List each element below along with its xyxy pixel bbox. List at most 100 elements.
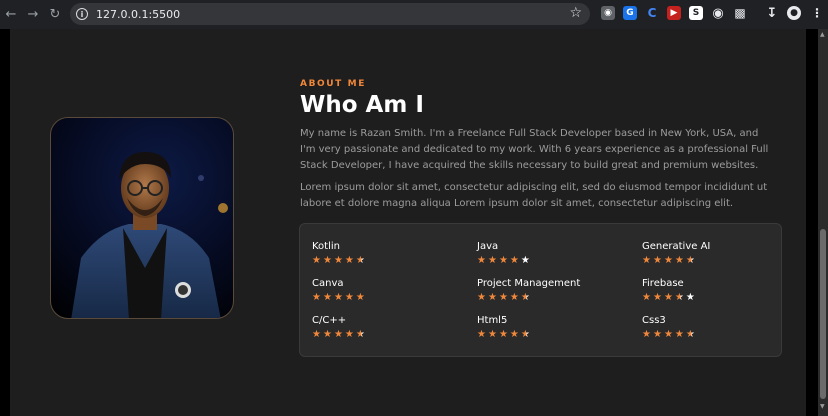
star-icon: ★ bbox=[344, 255, 356, 266]
extensions-puzzle-icon[interactable]: ▩ bbox=[733, 6, 747, 20]
profile-photo bbox=[50, 117, 234, 319]
page-viewport: ABOUT ME Who Am I My name is Razan Smith… bbox=[0, 29, 818, 416]
star-icon: ★ bbox=[663, 255, 675, 266]
reload-icon[interactable]: ↻ bbox=[44, 4, 66, 26]
star-icon: ★ bbox=[477, 329, 488, 340]
skill-rating: ★★★★★ bbox=[477, 292, 580, 303]
menu-dots-icon[interactable]: ⋮ bbox=[810, 6, 824, 20]
profile-icon[interactable]: ● bbox=[787, 6, 801, 20]
skill-name: Java bbox=[477, 241, 499, 252]
star-icon: ★ bbox=[642, 292, 653, 303]
skill-rating: ★★★★★ bbox=[642, 292, 697, 303]
browser-toolbar: ← → ↻ i 127.0.0.1:5500 ☆ ◉ G C ▶ S ◉ ▩ ↧… bbox=[0, 0, 828, 29]
grammarly-extension-icon[interactable]: ◉ bbox=[711, 6, 725, 21]
lorem-paragraph: Lorem ipsum dolor sit amet, consectetur … bbox=[300, 182, 768, 209]
star-icon: ★ bbox=[509, 255, 521, 266]
star-icon: ★ bbox=[487, 292, 499, 303]
skill-name: Html5 bbox=[477, 315, 508, 326]
star-icon: ★ bbox=[520, 255, 532, 266]
star-icon: ★ bbox=[674, 292, 686, 303]
star-icon: ★ bbox=[355, 292, 367, 303]
star-icon: ★ bbox=[674, 329, 686, 340]
star-icon: ★ bbox=[355, 255, 367, 266]
star-icon: ★ bbox=[333, 329, 345, 340]
star-icon: ★ bbox=[685, 292, 697, 303]
skill-rating: ★★★★★ bbox=[642, 329, 697, 340]
skill-item: Firebase ★★★★★ bbox=[642, 278, 697, 303]
bookmark-star-icon[interactable]: ☆ bbox=[569, 5, 582, 21]
scroll-up-icon[interactable]: ▲ bbox=[820, 31, 825, 38]
star-icon: ★ bbox=[652, 292, 664, 303]
star-icon: ★ bbox=[322, 292, 334, 303]
scrollbar[interactable]: ▲ ▼ bbox=[818, 29, 828, 416]
skill-name: Kotlin bbox=[312, 241, 340, 252]
skill-name: Firebase bbox=[642, 278, 684, 289]
star-icon: ★ bbox=[498, 292, 510, 303]
bio-paragraph: My name is Razan Smith. I'm a Freelance … bbox=[300, 128, 769, 171]
translate-extension-icon[interactable]: G bbox=[623, 6, 637, 20]
star-icon: ★ bbox=[520, 329, 532, 340]
star-icon: ★ bbox=[652, 255, 664, 266]
skill-rating: ★★★★★ bbox=[642, 255, 710, 266]
star-icon: ★ bbox=[312, 255, 323, 266]
download-icon[interactable]: ↧ bbox=[765, 6, 779, 21]
skill-item: Kotlin ★★★★★ bbox=[312, 241, 367, 266]
skills-card: Kotlin ★★★★★ Java ★★★★★ Generative AI ★★★★★ Ca… bbox=[299, 223, 782, 357]
star-icon: ★ bbox=[333, 255, 345, 266]
star-icon: ★ bbox=[322, 255, 334, 266]
star-icon: ★ bbox=[312, 329, 323, 340]
skill-item: Css3 ★★★★★ bbox=[642, 315, 697, 340]
star-icon: ★ bbox=[663, 329, 675, 340]
skill-item: Project Management ★★★★★ bbox=[477, 278, 580, 303]
skill-item: Generative AI ★★★★★ bbox=[642, 241, 710, 266]
address-bar[interactable]: i 127.0.0.1:5500 ☆ bbox=[70, 3, 590, 25]
skill-item: Canva ★★★★★ bbox=[312, 278, 367, 303]
star-icon: ★ bbox=[663, 292, 675, 303]
star-icon: ★ bbox=[674, 255, 686, 266]
star-icon: ★ bbox=[344, 329, 356, 340]
skill-name: C/C++ bbox=[312, 315, 347, 326]
info-icon[interactable]: i bbox=[76, 8, 88, 20]
scroll-down-icon[interactable]: ▼ bbox=[820, 403, 825, 410]
skill-name: Css3 bbox=[642, 315, 666, 326]
star-icon: ★ bbox=[487, 255, 499, 266]
section-title: Who Am I bbox=[300, 92, 424, 118]
skill-item: Java ★★★★★ bbox=[477, 241, 532, 266]
skill-rating: ★★★★★ bbox=[477, 255, 532, 266]
star-icon: ★ bbox=[652, 329, 664, 340]
skill-name: Generative AI bbox=[642, 241, 711, 252]
skill-rating: ★★★★★ bbox=[312, 255, 367, 266]
star-icon: ★ bbox=[498, 255, 510, 266]
star-icon: ★ bbox=[344, 292, 356, 303]
skill-name: Canva bbox=[312, 278, 344, 289]
url-text[interactable]: 127.0.0.1:5500 bbox=[96, 8, 180, 21]
video-extension-icon[interactable]: ▶ bbox=[667, 6, 681, 20]
star-icon: ★ bbox=[477, 292, 488, 303]
star-icon: ★ bbox=[477, 255, 488, 266]
star-icon: ★ bbox=[333, 292, 345, 303]
star-icon: ★ bbox=[520, 292, 532, 303]
skill-item: C/C++ ★★★★★ bbox=[312, 315, 367, 340]
scroll-thumb[interactable] bbox=[820, 229, 826, 399]
star-icon: ★ bbox=[509, 329, 521, 340]
forward-arrow-icon[interactable]: → bbox=[22, 4, 44, 26]
star-icon: ★ bbox=[642, 329, 653, 340]
skill-name: Project Management bbox=[477, 278, 581, 289]
back-arrow-icon[interactable]: ← bbox=[0, 4, 22, 26]
c-extension-icon[interactable]: C bbox=[645, 6, 659, 20]
person-image bbox=[71, 152, 228, 318]
star-icon: ★ bbox=[312, 292, 323, 303]
star-icon: ★ bbox=[498, 329, 510, 340]
camera-extension-icon[interactable]: ◉ bbox=[601, 6, 615, 20]
star-icon: ★ bbox=[642, 255, 653, 266]
star-icon: ★ bbox=[322, 329, 334, 340]
star-icon: ★ bbox=[487, 329, 499, 340]
skill-rating: ★★★★★ bbox=[312, 329, 367, 340]
skill-rating: ★★★★★ bbox=[312, 292, 367, 303]
star-icon: ★ bbox=[685, 329, 697, 340]
s-extension-icon[interactable]: S bbox=[689, 6, 703, 20]
star-icon: ★ bbox=[509, 292, 521, 303]
skill-rating: ★★★★★ bbox=[477, 329, 532, 340]
skill-item: Html5 ★★★★★ bbox=[477, 315, 532, 340]
star-icon: ★ bbox=[355, 329, 367, 340]
